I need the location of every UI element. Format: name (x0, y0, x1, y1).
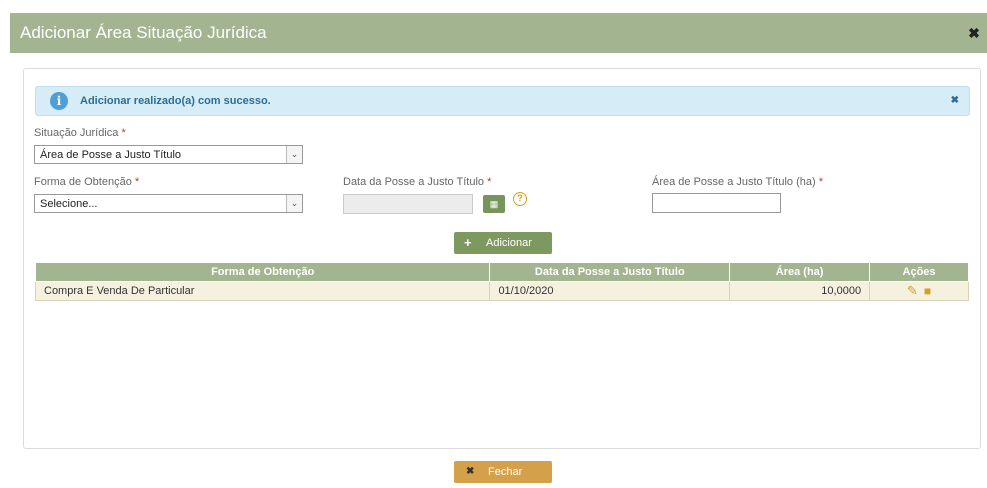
column-header: Ações (869, 262, 969, 282)
results-table: Forma de Obtenção Data da Posse a Justo … (34, 262, 969, 301)
cell-actions: ✎ ■ (869, 281, 969, 301)
situacao-select[interactable]: Área de Posse a Justo Título ⌄ (34, 145, 303, 164)
column-header[interactable]: Área (ha) (729, 262, 871, 282)
calendar-icon[interactable]: ▦ (483, 195, 505, 213)
add-button[interactable]: + Adicionar (454, 232, 552, 254)
alert-message: Adicionar realizado(a) com sucesso. (80, 95, 271, 107)
data-posse-input (343, 194, 473, 214)
close-icon[interactable]: ✖ (967, 26, 981, 40)
info-icon: i (50, 92, 68, 110)
dialog-title-bar: Adicionar Área Situação Jurídica ✖ (10, 13, 987, 53)
help-icon[interactable]: ? (513, 192, 527, 206)
success-alert: i Adicionar realizado(a) com sucesso. ✖ (35, 86, 970, 116)
required-mark: * (134, 176, 140, 188)
cell-area: 10,0000 (729, 281, 871, 301)
required-mark: * (487, 176, 492, 188)
column-header[interactable]: Data da Posse a Justo Título (489, 262, 731, 282)
plus-icon: + (464, 235, 472, 250)
column-header[interactable]: Forma de Obtenção (34, 262, 491, 282)
required-mark: * (121, 127, 126, 139)
area-label: Área de Posse a Justo Título (ha) * (652, 176, 824, 188)
table-header-row: Forma de Obtenção Data da Posse a Justo … (34, 262, 969, 282)
situacao-label: Situação Jurídica * (34, 127, 126, 139)
close-button[interactable]: ✖ Fechar (454, 461, 552, 483)
forma-label: Forma de Obtenção * (34, 176, 140, 188)
edit-icon[interactable]: ✎ (907, 283, 918, 298)
forma-select[interactable]: Selecione... ⌄ (34, 194, 303, 213)
alert-close-icon[interactable]: ✖ (951, 95, 959, 106)
cell-forma: Compra E Venda De Particular (34, 281, 491, 301)
data-label: Data da Posse a Justo Título * (343, 176, 492, 188)
area-input[interactable] (652, 193, 781, 213)
form-panel: i Adicionar realizado(a) com sucesso. ✖ (23, 68, 981, 449)
required-mark: * (818, 176, 824, 188)
close-icon: ✖ (466, 466, 475, 477)
trash-icon[interactable]: ■ (924, 284, 931, 298)
dialog-title: Adicionar Área Situação Jurídica (20, 23, 267, 42)
chevron-down-icon[interactable]: ⌄ (286, 146, 302, 163)
chevron-down-icon[interactable]: ⌄ (286, 195, 302, 212)
table-row: Compra E Venda De Particular 01/10/2020 … (34, 281, 969, 301)
cell-data: 01/10/2020 (489, 281, 731, 301)
